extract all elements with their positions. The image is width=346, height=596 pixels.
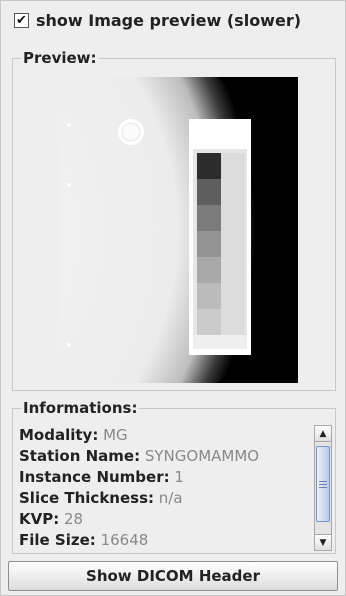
info-row-slice-thickness: Slice Thickness: n/a: [19, 488, 309, 509]
informations-scrollbar[interactable]: ▲ ▼: [314, 425, 332, 551]
info-value: n/a: [158, 489, 183, 507]
info-label: KVP:: [19, 510, 60, 528]
dicom-info-panel: ✔ show Image preview (slower) Preview: I…: [0, 0, 346, 596]
info-row-kvp: KVP: 28: [19, 509, 309, 530]
info-label: Instance Number:: [19, 468, 170, 486]
mammo-phantom-image: [61, 77, 298, 383]
grip-line: [319, 486, 327, 488]
arrow-up-icon: ▲: [319, 428, 327, 439]
info-value: 28: [64, 510, 84, 528]
preview-checkbox-label: show Image preview (slower): [36, 10, 302, 30]
info-row-station-name: Station Name: SYNGOMAMMO: [19, 446, 309, 467]
preview-legend: Preview:: [21, 49, 99, 67]
info-row-file-size: File Size: 16648: [19, 530, 309, 551]
info-value: 1: [174, 468, 184, 486]
info-label: File Size:: [19, 531, 96, 549]
info-label: Station Name:: [19, 447, 141, 465]
arrow-down-icon: ▼: [319, 537, 327, 548]
info-value: 16648: [100, 531, 149, 549]
preview-group: Preview:: [12, 49, 336, 391]
checkmark-icon: ✔: [16, 12, 27, 28]
scroll-up-button[interactable]: ▲: [315, 426, 331, 442]
preview-checkbox[interactable]: ✔: [14, 12, 29, 28]
show-dicom-header-button[interactable]: Show DICOM Header: [8, 561, 338, 591]
informations-group: Informations: Modality: MG Station Name:…: [12, 399, 336, 554]
grip-line: [319, 483, 327, 485]
info-value: MG: [103, 426, 128, 444]
informations-legend: Informations:: [21, 399, 140, 417]
info-row-modality: Modality: MG: [19, 425, 309, 446]
scroll-down-button[interactable]: ▼: [315, 534, 331, 550]
image-preview-toggle[interactable]: ✔ show Image preview (slower): [14, 9, 301, 31]
grip-line: [319, 480, 327, 482]
scrollbar-thumb[interactable]: [316, 446, 330, 522]
info-value: SYNGOMAMMO: [144, 447, 260, 465]
dicom-image-preview: [61, 77, 298, 383]
informations-list[interactable]: Modality: MG Station Name: SYNGOMAMMO In…: [19, 425, 309, 551]
info-row-instance-number: Instance Number: 1: [19, 467, 309, 488]
info-label: Modality:: [19, 426, 99, 444]
info-label: Slice Thickness:: [19, 489, 154, 507]
